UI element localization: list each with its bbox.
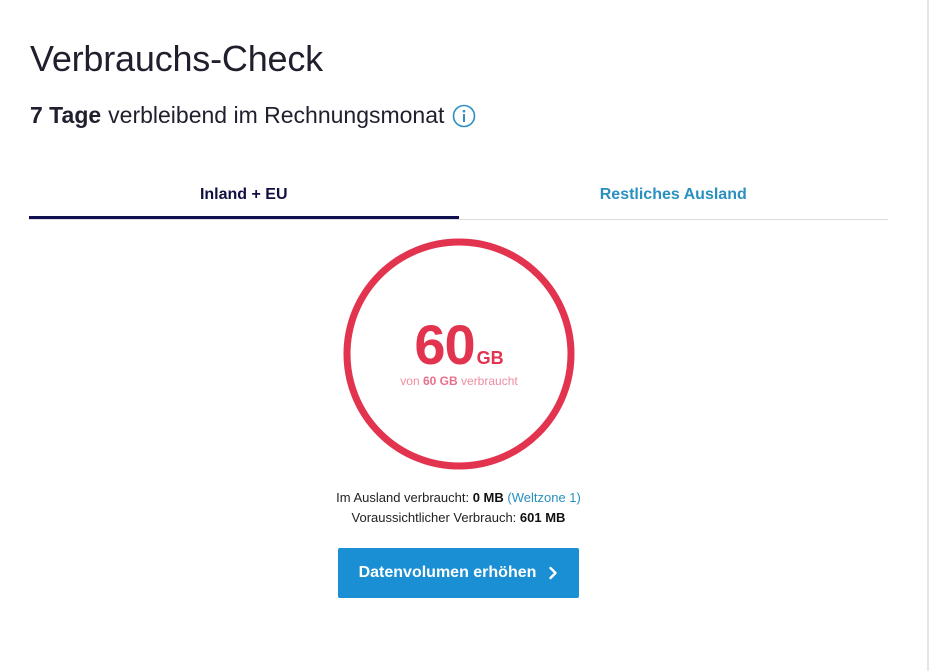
caption-total: 60 GB xyxy=(422,374,458,388)
usage-gauge: 60 GB von 60 GB verbraucht xyxy=(343,238,575,470)
chevron-right-icon xyxy=(548,566,558,580)
usage-amount: 60 xyxy=(414,313,475,376)
tab-inland-eu[interactable]: Inland + EU xyxy=(29,176,459,219)
usage-check-page: Verbrauchs-Check 7 Tage verbleibend im R… xyxy=(0,0,929,671)
usage-value: 60 GB xyxy=(343,312,575,377)
usage-unit: GB xyxy=(476,348,504,368)
info-icon[interactable] xyxy=(452,104,476,128)
page-title: Verbrauchs-Check xyxy=(30,38,323,79)
forecast-line: Voraussichtlicher Verbrauch: 601 MB xyxy=(0,508,917,528)
abroad-usage-line: Im Ausland verbraucht: 0 MB (Weltzone 1) xyxy=(0,488,917,508)
usage-caption: von 60 GB verbraucht xyxy=(343,374,575,388)
increase-data-button[interactable]: Datenvolumen erhöhen xyxy=(338,548,579,598)
caption-prefix: von xyxy=(400,374,420,388)
abroad-usage-value: 0 MB xyxy=(472,490,504,505)
tab-rest-abroad[interactable]: Restliches Ausland xyxy=(459,176,889,219)
remaining-days: 7 Tage xyxy=(30,102,102,128)
remaining-days-label: verbleibend im Rechnungsmonat xyxy=(108,102,445,128)
abroad-usage-label: Im Ausland verbraucht: xyxy=(336,490,470,505)
world-zone-link[interactable]: (Weltzone 1) xyxy=(507,490,580,505)
caption-suffix: verbraucht xyxy=(461,374,518,388)
region-tabs: Inland + EU Restliches Ausland xyxy=(29,176,888,220)
billing-remaining: 7 Tage verbleibend im Rechnungsmonat xyxy=(30,102,476,129)
forecast-value: 601 MB xyxy=(519,510,566,525)
usage-stats: Im Ausland verbraucht: 0 MB (Weltzone 1)… xyxy=(0,488,917,528)
increase-data-label: Datenvolumen erhöhen xyxy=(358,564,537,581)
forecast-label: Voraussichtlicher Verbrauch: xyxy=(351,510,517,525)
